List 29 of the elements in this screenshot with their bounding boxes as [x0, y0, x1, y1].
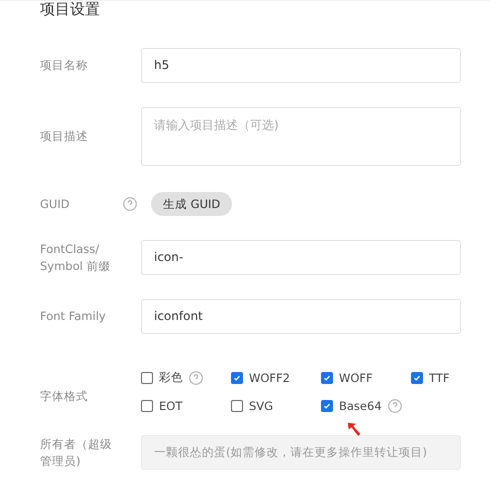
- help-icon[interactable]: [123, 197, 137, 211]
- checkbox[interactable]: [141, 372, 153, 384]
- checkbox[interactable]: [231, 372, 243, 384]
- checkbox[interactable]: [231, 400, 243, 412]
- field-label: 项目描述: [40, 128, 89, 145]
- field-label: Font Family: [40, 308, 107, 325]
- generate-button[interactable]: 生成 GUID: [151, 192, 232, 216]
- checkbox-label: Base64: [339, 399, 382, 413]
- checkbox[interactable]: [411, 372, 423, 384]
- field-label: 字体格式: [40, 388, 89, 405]
- checkbox[interactable]: [141, 400, 153, 412]
- input-field[interactable]: iconfont: [141, 299, 461, 334]
- field-label: 所有者（超级管理员): [40, 436, 113, 470]
- checkbox[interactable]: [321, 400, 333, 412]
- section-title: 项目设置: [40, 1, 101, 20]
- field-label: FontClass/ Symbol 前缀: [40, 240, 112, 274]
- checkbox-label: 彩色: [159, 370, 183, 385]
- field-label: GUID: [40, 196, 71, 212]
- checkbox-label: SVG: [249, 399, 274, 413]
- help-icon[interactable]: [388, 399, 402, 413]
- help-icon[interactable]: [189, 370, 203, 384]
- checkbox-label: WOFF2: [249, 370, 290, 384]
- checkbox[interactable]: [321, 372, 333, 384]
- checkbox-label: EOT: [159, 399, 182, 413]
- field-label: 项目名称: [40, 57, 89, 74]
- checkbox-label: WOFF: [339, 370, 373, 384]
- checkbox-label: TTF: [429, 370, 450, 384]
- input-field[interactable]: h5: [141, 48, 461, 83]
- input-field[interactable]: icon-: [141, 240, 461, 275]
